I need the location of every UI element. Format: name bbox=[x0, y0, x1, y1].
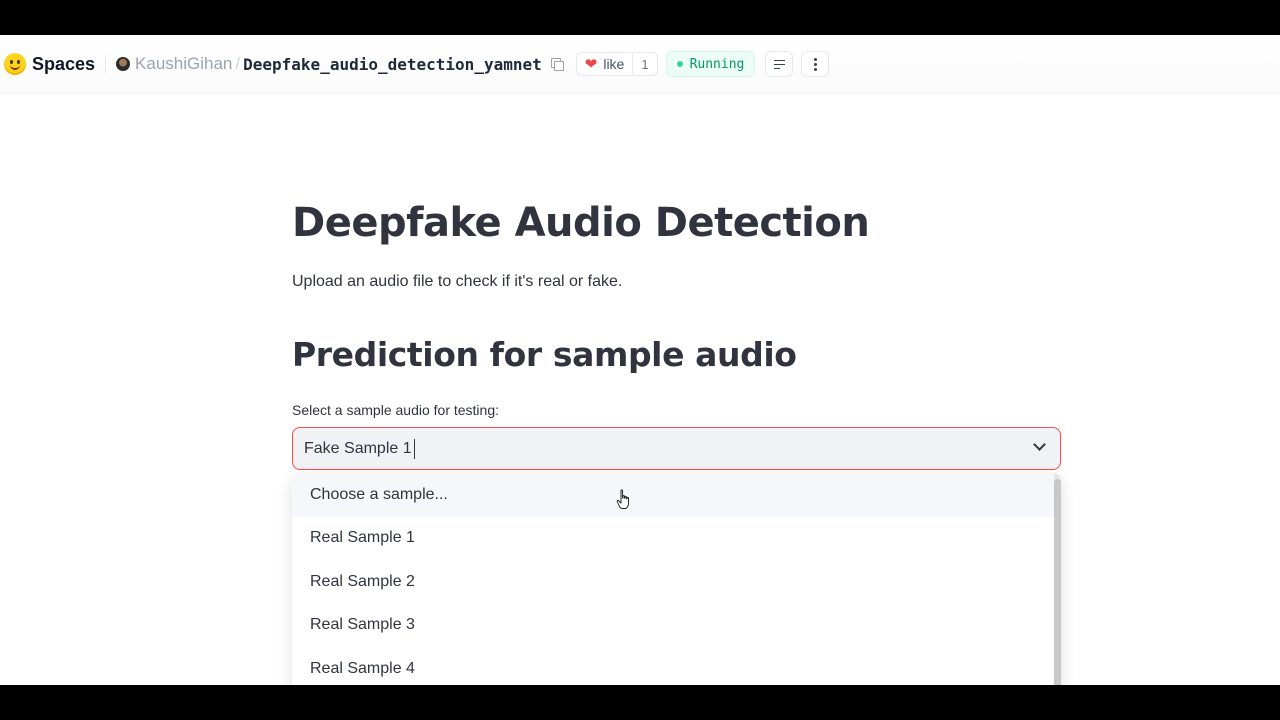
sample-select[interactable]: Fake Sample 1 bbox=[292, 427, 1061, 470]
copy-icon[interactable] bbox=[550, 57, 564, 71]
status-badge[interactable]: Running bbox=[665, 51, 756, 77]
like-count[interactable]: 1 bbox=[632, 53, 656, 75]
app-viewport: Spaces KaushiGihan / Deepfake_audio_dete… bbox=[0, 35, 1280, 685]
dropdown-option[interactable]: Choose a sample... bbox=[292, 473, 1061, 517]
status-dot-icon bbox=[676, 61, 683, 67]
dropdown-scrollbar[interactable] bbox=[1054, 473, 1061, 685]
more-options-button[interactable] bbox=[801, 51, 830, 77]
like-group: ❤ like 1 bbox=[575, 52, 658, 76]
section-title: Prediction for sample audio bbox=[292, 335, 797, 374]
path-separator: / bbox=[235, 54, 241, 73]
text-caret bbox=[413, 438, 416, 459]
hf-logo-icon[interactable] bbox=[4, 53, 26, 75]
spaces-link[interactable]: Spaces bbox=[32, 54, 95, 75]
heart-icon: ❤ bbox=[584, 55, 598, 73]
repo-name-link[interactable]: Deepfake_audio_detection_yamnet bbox=[243, 55, 542, 74]
owner-link[interactable]: KaushiGihan bbox=[135, 54, 232, 74]
status-text: Running bbox=[689, 56, 745, 72]
dropdown-option[interactable]: Real Sample 1 bbox=[292, 517, 1061, 561]
top-bar: Spaces KaushiGihan / Deepfake_audio_dete… bbox=[0, 35, 1280, 94]
dropdown-option[interactable]: Real Sample 4 bbox=[292, 647, 1061, 685]
like-button[interactable]: ❤ like bbox=[577, 53, 633, 75]
more-vertical-icon bbox=[813, 57, 817, 71]
list-icon bbox=[773, 59, 785, 69]
dropdown-option[interactable]: Real Sample 2 bbox=[292, 560, 1061, 604]
user-avatar[interactable] bbox=[116, 57, 131, 71]
divider bbox=[105, 55, 107, 73]
select-value[interactable]: Fake Sample 1 bbox=[304, 440, 412, 458]
scrollbar-thumb[interactable] bbox=[1054, 479, 1061, 685]
select-label: Select a sample audio for testing: bbox=[292, 402, 500, 418]
like-label: like bbox=[603, 56, 625, 72]
logs-button[interactable] bbox=[765, 51, 794, 77]
dropdown-menu: Choose a sample... Real Sample 1 Real Sa… bbox=[292, 473, 1061, 685]
page-subtitle: Upload an audio file to check if it's re… bbox=[292, 273, 623, 290]
dropdown-option[interactable]: Real Sample 3 bbox=[292, 604, 1061, 648]
chevron-down-icon[interactable] bbox=[1033, 438, 1046, 451]
page-title: Deepfake Audio Detection bbox=[292, 200, 870, 246]
